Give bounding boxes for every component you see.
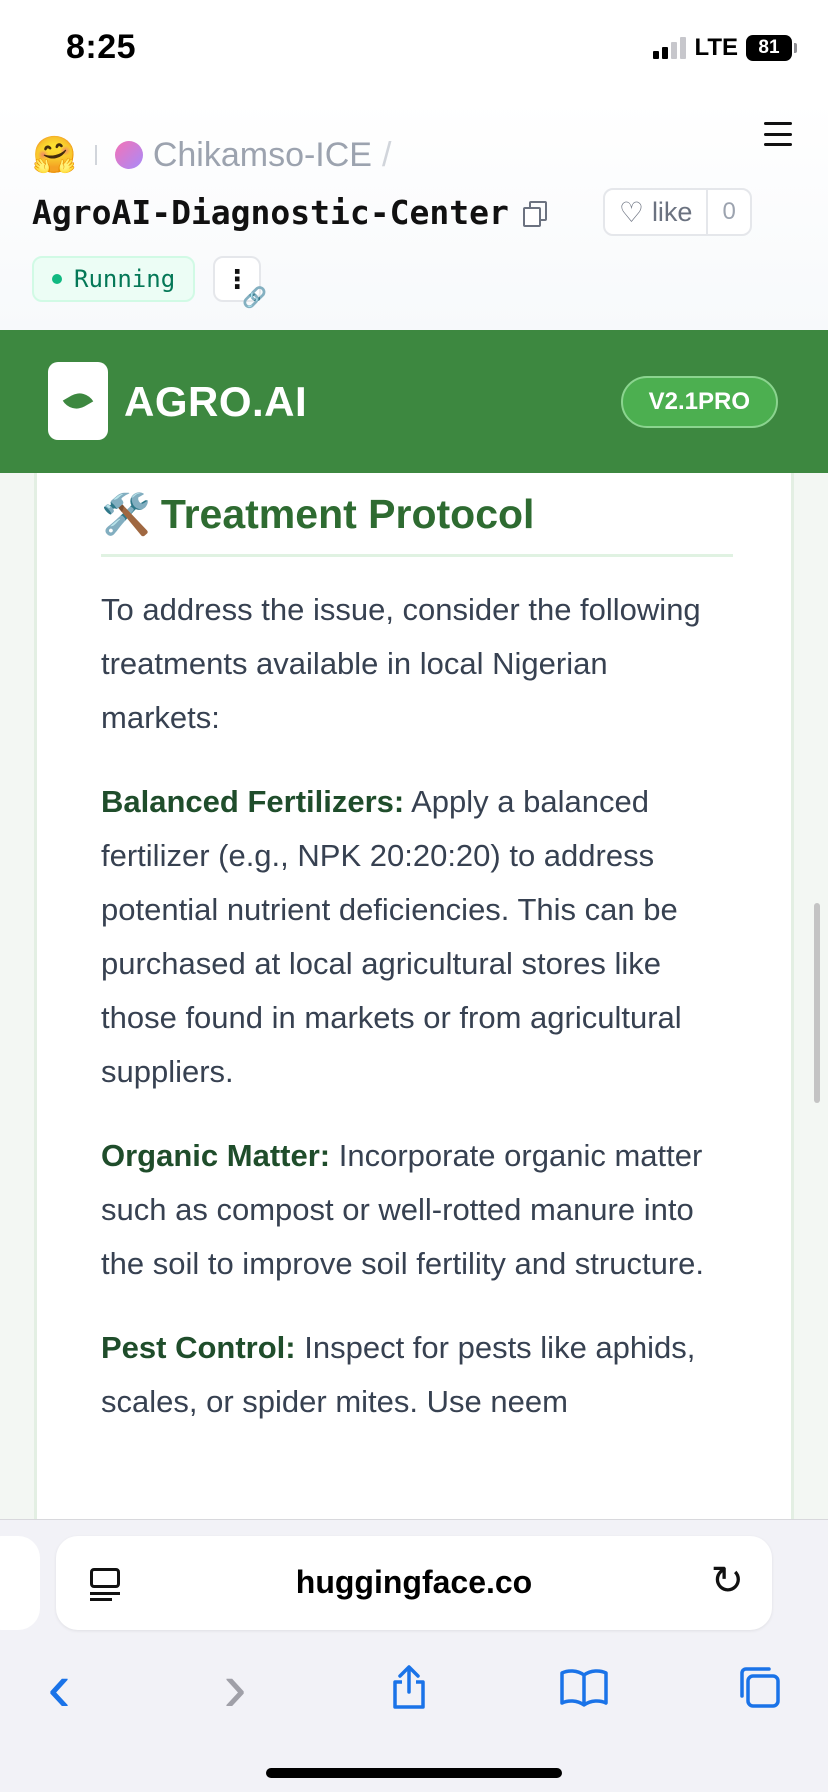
status-label: Running [74, 265, 176, 293]
battery-icon: 81 [746, 35, 797, 61]
signal-icon [653, 37, 687, 59]
space-name[interactable]: AgroAI-Diagnostic-Center [32, 193, 509, 232]
reload-icon[interactable]: ↻ [710, 1558, 744, 1604]
treatment-text: Apply a balanced fertilizer (e.g., NPK 2… [101, 784, 682, 1089]
status-bar: 8:25 LTE 81 [0, 0, 828, 100]
intro-paragraph: To address the issue, consider the follo… [101, 592, 701, 735]
treatment-item: Balanced Fertilizers: Apply a balanced f… [101, 775, 733, 1099]
result-card: 🛠️ Treatment Protocol To address the iss… [34, 473, 794, 1519]
breadcrumb: 🤗 Chikamso-ICE / [32, 134, 391, 176]
like-label: like [651, 196, 693, 227]
app-title: AGRO.AI [124, 378, 308, 425]
treatment-item: Pest Control: Inspect for pests like aph… [101, 1321, 733, 1429]
address-bar[interactable]: huggingface.co ↻ [56, 1536, 772, 1630]
network-label: LTE [694, 34, 738, 61]
forward-icon: › [223, 1648, 247, 1726]
share-icon [393, 1665, 425, 1709]
copy-icon[interactable] [522, 201, 547, 227]
like-button[interactable]: ♡ like [605, 190, 707, 234]
treatment-label: Pest Control: [101, 1330, 296, 1365]
back-button[interactable]: ‹ [24, 1648, 94, 1726]
browser-toolbar: huggingface.co ↻ ‹ › [0, 1519, 828, 1792]
forward-button[interactable]: › [200, 1648, 270, 1726]
tools-icon: 🛠️ [101, 493, 151, 537]
browser-nav: ‹ › [0, 1648, 828, 1732]
like-button-group[interactable]: ♡ like 0 [602, 188, 752, 236]
hamburger-menu-icon[interactable] [764, 122, 792, 146]
heart-icon: ♡ [618, 196, 644, 228]
url-text[interactable]: huggingface.co [56, 1564, 772, 1601]
owner-avatar[interactable] [114, 141, 143, 169]
space-status-row: Running ⋮ 🔗 [32, 256, 267, 309]
status-indicators: LTE 81 [653, 34, 797, 62]
leaf-icon [62, 387, 94, 415]
more-options-button[interactable]: ⋮ 🔗 [213, 256, 267, 309]
tabs-button[interactable] [724, 1652, 794, 1722]
hugging-face-logo-icon[interactable]: 🤗 [32, 134, 77, 176]
treatment-item: Organic Matter: Incorporate organic matt… [101, 1129, 733, 1291]
scrollbar[interactable] [814, 903, 820, 1103]
space-title-row: AgroAI-Diagnostic-Center ♡ like 0 [32, 188, 752, 236]
version-badge: V2.1PRO [620, 376, 778, 428]
card-content: 🛠️ Treatment Protocol To address the iss… [101, 491, 733, 1429]
previous-tab-preview[interactable] [0, 1536, 40, 1630]
status-time: 8:25 [66, 28, 137, 66]
space-header: 🤗 Chikamso-ICE / AgroAI-Diagnostic-Cente… [0, 100, 828, 330]
owner-link[interactable]: Chikamso-ICE [153, 136, 372, 175]
content-area[interactable]: 🛠️ Treatment Protocol To address the iss… [0, 473, 828, 1519]
treatment-label: Balanced Fertilizers: [101, 784, 405, 819]
section-title: Treatment Protocol [160, 491, 535, 537]
share-button[interactable] [374, 1652, 444, 1722]
status-dot-icon [52, 274, 62, 284]
link-icon: 🔗 [242, 287, 268, 309]
bookmarks-icon [560, 1669, 608, 1707]
app-logo [48, 362, 108, 440]
status-badge[interactable]: Running [32, 256, 196, 302]
section-heading: 🛠️ Treatment Protocol [101, 491, 733, 557]
like-count[interactable]: 0 [706, 190, 749, 234]
tabs-icon [740, 1667, 780, 1708]
breadcrumb-separator: / [382, 135, 392, 174]
treatment-label: Organic Matter: [101, 1138, 331, 1173]
battery-level: 81 [758, 37, 780, 58]
app-header: AGRO.AI V2.1PRO [0, 330, 828, 473]
back-icon: ‹ [47, 1648, 71, 1726]
home-indicator[interactable] [266, 1768, 562, 1778]
bookmarks-button[interactable] [549, 1652, 619, 1722]
divider [94, 145, 97, 165]
